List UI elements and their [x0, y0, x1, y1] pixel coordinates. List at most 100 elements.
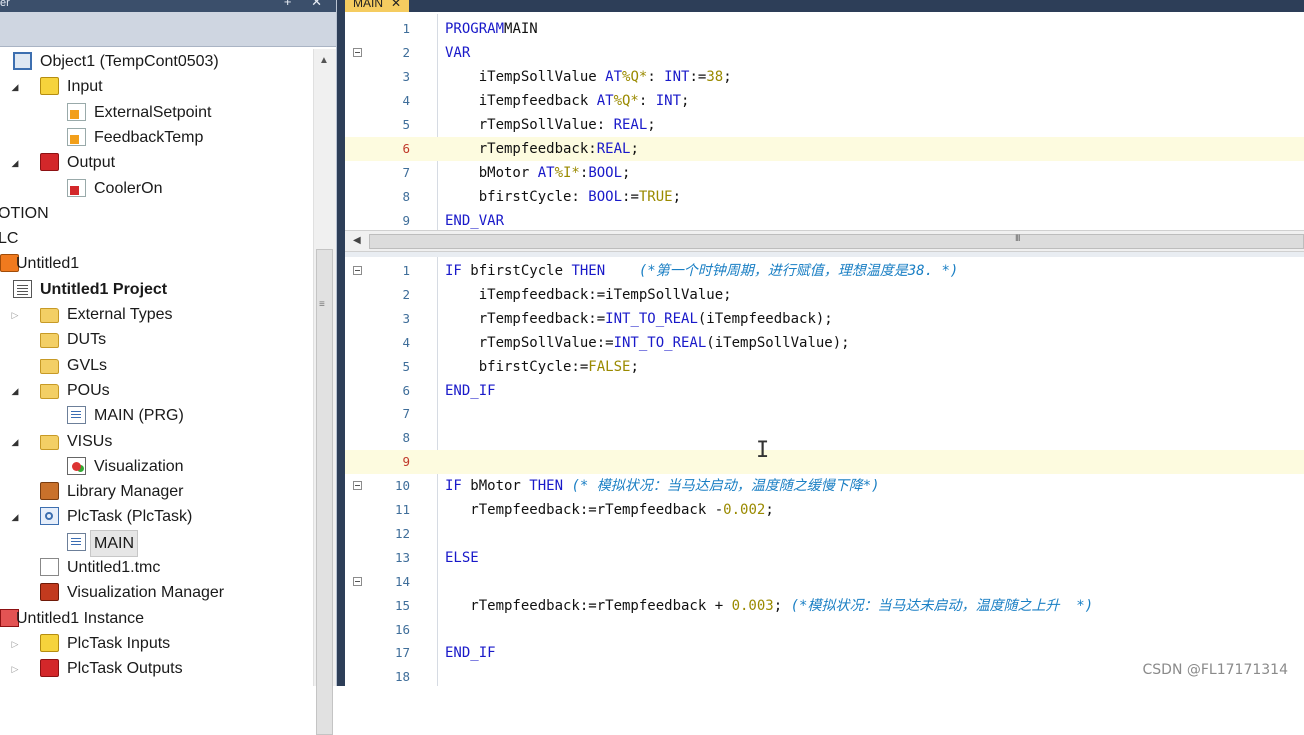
collapse-fold-icon[interactable]	[353, 481, 362, 491]
code-line[interactable]: 9	[345, 450, 1304, 475]
tree-item[interactable]: MAIN	[0, 529, 312, 557]
tree-item-label: Output	[67, 154, 116, 172]
code-line[interactable]: 9 END_VAR	[345, 209, 1304, 230]
collapse-arrow-icon[interactable]: ◢	[10, 437, 20, 447]
code-line[interactable]: 4 rTempSollValue:=INT_TO_REAL(iTempSollV…	[345, 331, 1304, 355]
collapse-arrow-icon[interactable]: ◢	[10, 386, 20, 396]
code-comment: (*第一个时钟周期，进行赋值，理想温度是38. *)	[638, 263, 959, 279]
code-line[interactable]: 16	[345, 618, 1304, 642]
code-line[interactable]: 3 rTempfeedback:=INT_TO_REAL(iTempfeedba…	[345, 307, 1304, 331]
code-line[interactable]: 6 rTempfeedback:REAL;	[345, 137, 1304, 161]
tree-item[interactable]: ▷ PlcTask Inputs	[0, 631, 312, 656]
tree-item[interactable]: Untitled1 Project	[0, 277, 312, 302]
collapse-fold-icon[interactable]	[353, 576, 362, 586]
tree-item[interactable]: ▷ PlcTask Outputs	[0, 656, 312, 681]
tree-item[interactable]: ◢ PlcTask (PlcTask)	[0, 504, 312, 529]
input-image-icon	[40, 633, 59, 652]
tree-item[interactable]: LC	[0, 226, 312, 251]
tab-main[interactable]: MAIN ✕	[345, 0, 410, 12]
implementation-editor[interactable]: 1 IF bfirstCycle THEN (*第一个时钟周期，进行赋值，理想温度…	[345, 257, 1304, 686]
code-token: :=	[689, 69, 707, 85]
tree-item[interactable]: FeedbackTemp	[0, 125, 312, 150]
input-image-icon	[40, 77, 59, 96]
tree-item[interactable]: Untitled1	[0, 251, 312, 276]
scrollbar-thumb[interactable]	[369, 234, 1304, 249]
tree-item[interactable]: MAIN (PRG)	[0, 403, 312, 428]
code-line[interactable]: 8	[345, 426, 1304, 450]
code-keyword: PROGRAM	[445, 21, 505, 37]
close-icon[interactable]: ✕	[391, 0, 401, 10]
collapse-fold-icon[interactable]	[353, 48, 362, 57]
code-token: bMotor	[445, 165, 538, 181]
code-keyword: END_IF	[445, 382, 496, 399]
declaration-editor[interactable]: 1 PROGRAMMAIN 2 VAR 3 iTempSollValue AT%Q*: …	[345, 14, 1304, 230]
expand-arrow-icon[interactable]: ▷	[10, 639, 20, 649]
collapse-arrow-icon[interactable]: ◢	[10, 512, 20, 522]
code-line[interactable]: 2 VAR	[345, 41, 1304, 65]
code-keyword: IF	[445, 263, 462, 279]
code-keyword: END_IF	[445, 645, 496, 662]
code-line[interactable]: 2 iTempfeedback:=iTempSollValue;	[345, 283, 1304, 307]
code-line[interactable]: 12	[345, 522, 1304, 546]
tree-item[interactable]: ◢ POUs	[0, 378, 312, 403]
code-token: (iTempSollValue);	[706, 334, 850, 351]
tree-item[interactable]: Library Manager	[0, 479, 312, 504]
library-icon	[40, 482, 59, 501]
code-token: rTempSollValue:=	[445, 334, 614, 351]
tree-item[interactable]: ◢ Output	[0, 150, 312, 175]
scroll-up-arrow-icon[interactable]: ▲	[319, 55, 329, 66]
explorer-vertical-scrollbar[interactable]: ▲ ≡	[313, 49, 336, 735]
tree-item-label: Untitled1	[16, 255, 80, 273]
code-line[interactable]: 13 ELSE	[345, 546, 1304, 570]
code-token: rTempSollValue:	[445, 117, 614, 133]
output-image-icon	[40, 153, 59, 172]
tree-item[interactable]: ◢ VISUs	[0, 429, 312, 454]
code-line[interactable]: 7 bMotor AT%I*:BOOL;	[345, 161, 1304, 185]
tree-item[interactable]: ◢ Input	[0, 74, 312, 99]
code-line[interactable]: 6 END_IF	[345, 379, 1304, 403]
code-line[interactable]: 10 IF bMotor THEN (* 模拟状况：当马达启动，温度随之缓慢下降*…	[345, 474, 1304, 498]
code-literal: 0.003	[731, 597, 774, 614]
explorer-title-bar: er + ✕	[0, 0, 336, 12]
code-line[interactable]: 7	[345, 402, 1304, 426]
code-token: rTempfeedback:=rTempfeedback -	[445, 502, 724, 518]
code-line[interactable]: 1 IF bfirstCycle THEN (*第一个时钟周期，进行赋值，理想温度…	[345, 259, 1304, 283]
object-icon	[13, 52, 32, 70]
tree-item[interactable]: Untitled1.tmc	[0, 555, 312, 580]
expand-arrow-icon[interactable]: ▷	[10, 310, 20, 320]
code-text: iTempfeedback AT%Q*: INT;	[445, 89, 690, 113]
editor-tab-strip: MAIN ✕	[337, 0, 1304, 12]
code-line[interactable]: 5 rTempSollValue: REAL;	[345, 113, 1304, 137]
code-line[interactable]: 3 iTempSollValue AT%Q*: INT:=38;	[345, 65, 1304, 89]
scrollbar-thumb[interactable]	[316, 249, 333, 735]
scroll-left-arrow-icon[interactable]: ◀	[353, 235, 361, 246]
code-line[interactable]: 1 PROGRAMMAIN	[345, 17, 1304, 41]
task-icon	[40, 507, 59, 526]
collapse-fold-icon[interactable]	[353, 266, 362, 275]
tree-item[interactable]: ▷ External Types	[0, 302, 312, 327]
code-line[interactable]: 5 bfirstCycle:=FALSE;	[345, 355, 1304, 379]
tree-item[interactable]: GVLs	[0, 353, 312, 378]
tree-item[interactable]: OTION	[0, 201, 312, 226]
tree-item-label: PlcTask (PlcTask)	[67, 508, 193, 526]
collapse-arrow-icon[interactable]: ◢	[10, 82, 20, 92]
tree-item[interactable]: Visualization Manager	[0, 580, 312, 605]
expand-arrow-icon[interactable]: ▷	[10, 664, 20, 674]
code-keyword: INT	[664, 69, 690, 85]
tree-item[interactable]: Visualization	[0, 454, 312, 479]
explorer-window-controls[interactable]: + ✕	[284, 0, 330, 8]
code-line[interactable]: 15 rTempfeedback:=rTempfeedback + 0.003;…	[345, 594, 1304, 618]
tree-item[interactable]: ExternalSetpoint	[0, 100, 312, 125]
code-line[interactable]: 11 rTempfeedback:=rTempfeedback -0.002;	[345, 498, 1304, 522]
code-line[interactable]: 8 bfirstCycle: BOOL:=TRUE;	[345, 185, 1304, 209]
tree-item[interactable]: CoolerOn	[0, 176, 312, 201]
code-line[interactable]: 14	[345, 570, 1304, 594]
tree-item[interactable]: Untitled1 Instance	[0, 606, 312, 631]
collapse-arrow-icon[interactable]: ◢	[10, 158, 20, 168]
tree-item[interactable]: DUTs	[0, 327, 312, 352]
code-line[interactable]: 4 iTempfeedback AT%Q*: INT;	[345, 89, 1304, 113]
tree-item[interactable]: Object1 (TempCont0503)	[0, 49, 312, 74]
code-text: bfirstCycle: BOOL:=TRUE;	[445, 185, 681, 209]
code-token: bfirstCycle:=	[445, 358, 589, 375]
declaration-horizontal-scrollbar[interactable]: ◀ III	[345, 230, 1304, 252]
